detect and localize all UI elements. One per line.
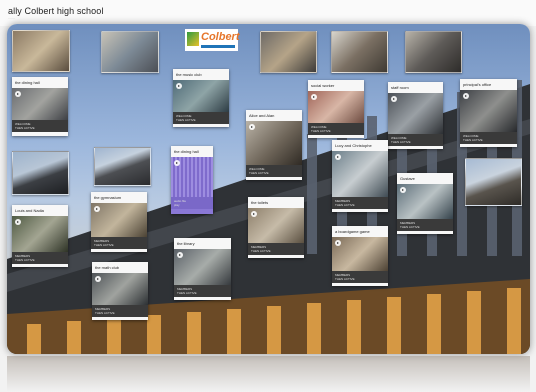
card-lucy-and-christophe[interactable]: Lucy and Christophe MEMBERS THEN ACTIVE (332, 140, 388, 212)
card-image (308, 91, 364, 123)
card-image (91, 203, 147, 237)
photo-building-right[interactable] (465, 158, 522, 206)
top-bar: ally Colbert high school ······· (0, 0, 536, 26)
card-louis-and-nadia[interactable]: Louis and Nadia MEMBERS THEN ACTIVE (12, 205, 68, 267)
photo-building-left[interactable] (12, 151, 69, 195)
play-icon[interactable] (391, 96, 397, 102)
photo-classroom-2[interactable] (101, 31, 159, 73)
play-icon[interactable] (251, 211, 257, 217)
card-footer: audio file play (171, 197, 213, 209)
card-image (174, 249, 231, 285)
photo-classroom-3[interactable] (260, 31, 317, 73)
school-logo: Colbert (185, 29, 240, 51)
card-title: Alice and Alan (249, 113, 275, 118)
play-icon[interactable] (335, 154, 341, 160)
card-staff-room[interactable]: staff room WELCOME THEN ACTIVE (388, 82, 443, 149)
card-footer: MEMBERS THEN ACTIVE (12, 252, 68, 264)
photo-building-mid[interactable] (94, 147, 151, 186)
logo-text: Colbert (201, 31, 240, 43)
card-social-worker[interactable]: social worker WELCOME THEN ACTIVE (308, 80, 364, 138)
card-dining-hall-audio[interactable]: the dining hall audio file play (171, 146, 213, 214)
play-icon[interactable] (400, 187, 406, 193)
card-image (397, 184, 453, 219)
play-icon[interactable] (335, 240, 341, 246)
card-footer: WELCOME THEN ACTIVE (173, 112, 229, 124)
card-gymnasium[interactable]: the gymnasium MEMBERS THEN ACTIVE (91, 192, 147, 252)
play-icon[interactable] (15, 91, 21, 97)
card-gustave[interactable]: Gustave MEMBERS THEN ACTIVE (397, 173, 453, 234)
card-image (12, 88, 68, 120)
audio-waveform (171, 157, 213, 197)
card-image (332, 151, 388, 197)
card-toilets[interactable]: the toilets MEMBERS THEN ACTIVE (248, 197, 304, 258)
card-title: principal's office (463, 82, 492, 87)
logo-mark-icon (187, 32, 199, 46)
card-boardgame[interactable]: a boardgame game MEMBERS THEN ACTIVE (332, 226, 388, 286)
card-image (248, 208, 304, 243)
card-image (460, 90, 517, 132)
card-footer: MEMBERS THEN ACTIVE (332, 197, 388, 209)
page-title: ally Colbert high school (8, 6, 104, 16)
card-title: the music club (176, 72, 202, 77)
card-footer: WELCOME THEN ACTIVE (246, 165, 302, 177)
play-icon[interactable] (177, 252, 183, 258)
card-footer: MEMBERS THEN ACTIVE (248, 243, 304, 255)
card-image (173, 80, 229, 112)
photo-classroom-4[interactable] (331, 31, 388, 73)
play-icon[interactable] (463, 93, 469, 99)
card-title: the library (177, 241, 195, 246)
card-footer: MEMBERS THEN ACTIVE (174, 285, 231, 297)
card-title: Louis and Nadia (15, 208, 44, 213)
card-footer: WELCOME THEN ACTIVE (12, 120, 68, 132)
card-title: a boardgame game (335, 229, 370, 234)
photo-classroom-1[interactable] (12, 30, 70, 72)
card-title: the math club (95, 265, 120, 270)
card-library[interactable]: the library MEMBERS THEN ACTIVE (174, 238, 231, 300)
card-title: staff room (391, 85, 409, 90)
play-icon[interactable] (95, 276, 101, 282)
card-image (92, 273, 148, 305)
card-footer: MEMBERS THEN ACTIVE (397, 219, 453, 231)
card-principals-office[interactable]: principal's office WELCOME THEN ACTIVE (460, 79, 517, 147)
play-icon[interactable] (249, 124, 255, 130)
card-music-club[interactable]: the music club WELCOME THEN ACTIVE (173, 69, 229, 127)
play-icon[interactable] (174, 160, 180, 166)
card-title: Gustave (400, 176, 415, 181)
card-image (332, 237, 388, 271)
card-footer: WELCOME THEN ACTIVE (460, 132, 517, 144)
card-alice-and-alan[interactable]: Alice and Alan WELCOME THEN ACTIVE (246, 110, 302, 180)
play-icon[interactable] (311, 94, 317, 100)
card-image (246, 121, 302, 165)
card-title: the gymnasium (94, 195, 122, 200)
card-title: Lucy and Christophe (335, 143, 372, 148)
card-title: social worker (311, 83, 335, 88)
card-title: the dining hall (15, 80, 40, 85)
card-footer: MEMBERS THEN ACTIVE (92, 305, 148, 317)
play-icon[interactable] (176, 83, 182, 89)
page-subtitle: ······· (8, 16, 15, 20)
photo-classroom-5[interactable] (405, 31, 462, 73)
card-image (388, 93, 443, 134)
card-footer: MEMBERS THEN ACTIVE (91, 237, 147, 249)
card-footer: MEMBERS THEN ACTIVE (332, 271, 388, 283)
card-title: the toilets (251, 200, 269, 205)
board-reflection (7, 356, 530, 392)
logo-bar (201, 45, 235, 48)
play-icon[interactable] (94, 206, 100, 212)
card-footer: WELCOME THEN ACTIVE (388, 134, 443, 146)
play-icon[interactable] (15, 219, 21, 225)
card-title: the dining hall (171, 146, 213, 157)
card-dining-hall[interactable]: the dining hall WELCOME THEN ACTIVE (12, 77, 68, 136)
card-math-club[interactable]: the math club MEMBERS THEN ACTIVE (92, 262, 148, 320)
card-image (12, 216, 68, 252)
card-footer: WELCOME THEN ACTIVE (308, 123, 364, 135)
